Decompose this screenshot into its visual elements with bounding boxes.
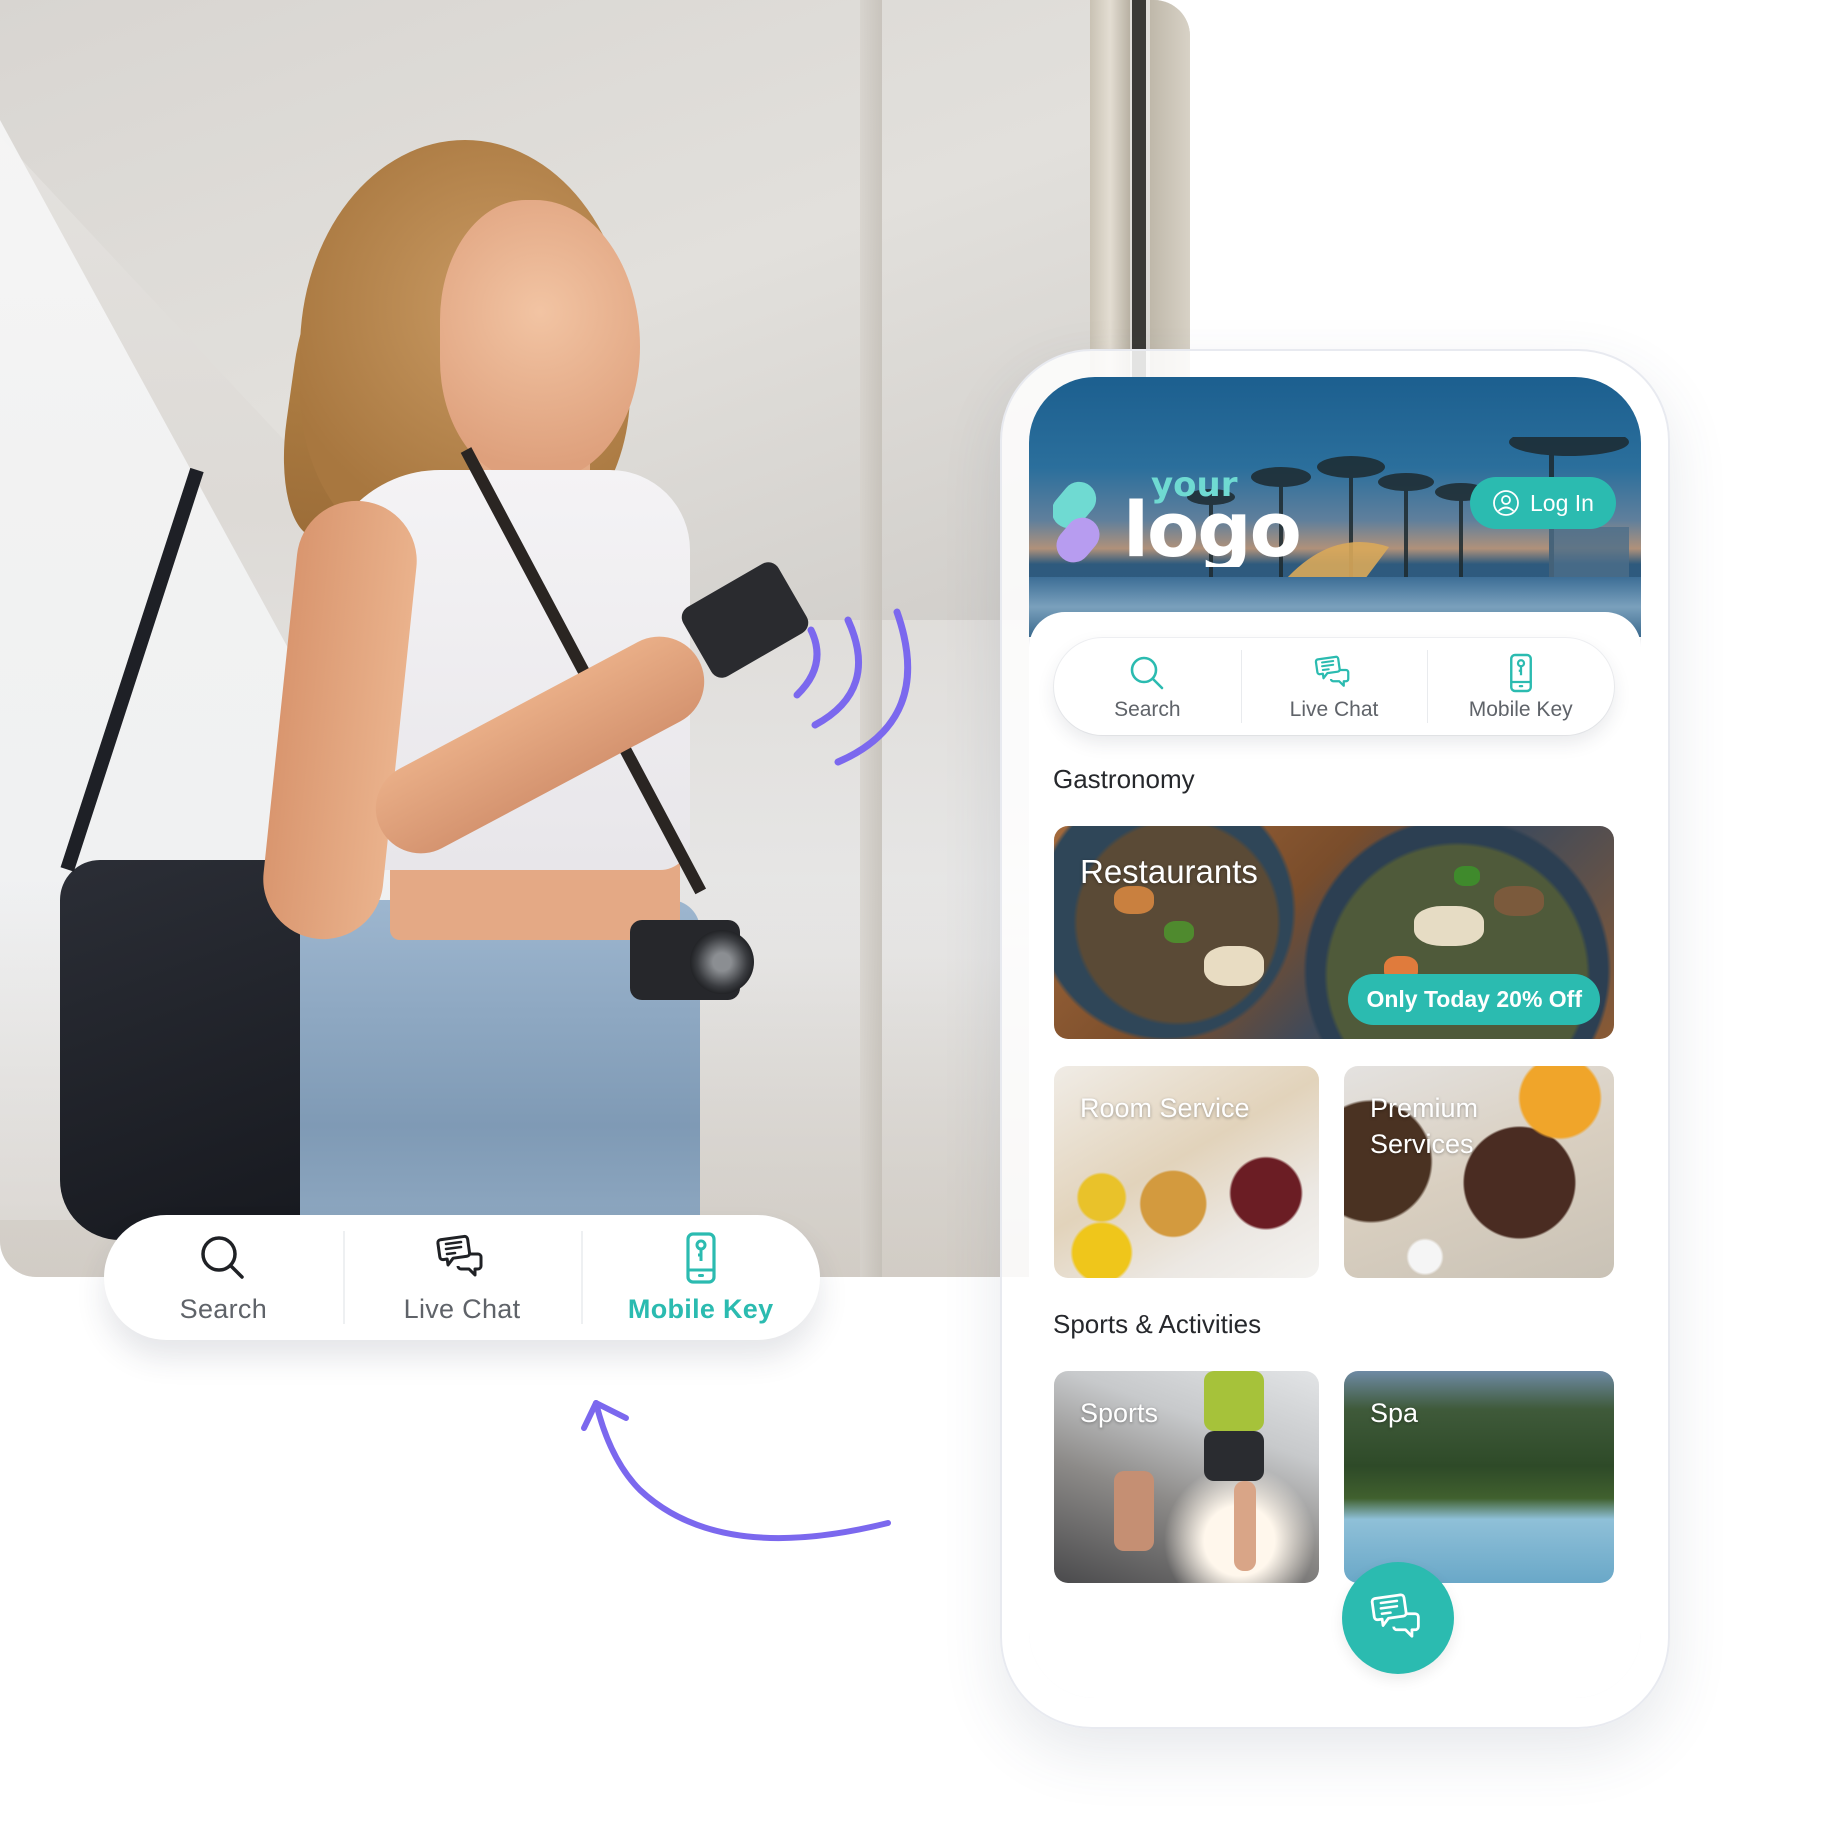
nav-item-label: Mobile Key (627, 1294, 774, 1324)
quick-action-live-chat[interactable]: Live Chat (1240, 638, 1428, 735)
photo-runner-shirt (1204, 1371, 1264, 1431)
card-label: Sports (1080, 1398, 1159, 1428)
search-icon (1131, 656, 1164, 689)
nav-item-mobile-key[interactable]: Mobile Key (581, 1215, 820, 1340)
logo-mark-icon (1053, 481, 1100, 563)
section-title-sports-activities: Sports & Activities (1053, 1309, 1262, 1339)
food-detail (1204, 946, 1264, 986)
floating-bottom-nav: Search Live Chat Mobile Key (104, 1215, 820, 1340)
chat-bubbles-icon (436, 1234, 483, 1277)
arrow-curve (593, 1400, 891, 1542)
card-spa[interactable]: Spa (1344, 1371, 1614, 1583)
quick-action-mobile-key[interactable]: Mobile Key (1427, 638, 1614, 735)
nav-item-label: Live Chat (403, 1294, 521, 1324)
card-label: Premium Services (1370, 1093, 1479, 1159)
food-detail (1414, 906, 1484, 946)
card-label: Spa (1370, 1398, 1419, 1428)
quick-action-label: Mobile Key (1468, 697, 1573, 721)
food-detail (1164, 921, 1194, 943)
photo-pillar (860, 0, 882, 1277)
section-title-gastronomy: Gastronomy (1053, 764, 1195, 794)
card-premium-services[interactable]: Premium Services (1344, 1066, 1614, 1278)
card-label: Restaurants (1080, 853, 1258, 890)
quick-action-label: Live Chat (1289, 697, 1379, 721)
nav-item-search[interactable]: Search (104, 1215, 343, 1340)
photo-runner-shorts (1204, 1431, 1264, 1481)
login-button[interactable]: Log In (1470, 477, 1616, 529)
food-detail (1114, 886, 1154, 914)
quick-action-label: Search (1114, 697, 1181, 721)
card-label: Room Service (1080, 1093, 1250, 1123)
search-icon (201, 1236, 245, 1279)
chat-bubbles-icon (1314, 655, 1350, 687)
quick-action-search[interactable]: Search (1054, 638, 1241, 735)
photo-runner-leg (1114, 1471, 1154, 1551)
card-restaurants[interactable]: Restaurants Only Today 20% Off (1054, 826, 1614, 1039)
logo-text-logo: logo (1123, 485, 1300, 567)
curved-arrow-icon (581, 1400, 891, 1542)
mobile-key-icon (1509, 653, 1532, 692)
user-circle-icon (1493, 490, 1519, 516)
nav-item-label: Search (179, 1294, 268, 1324)
quick-actions-bar: Search Live Chat Mobile Key (1054, 638, 1614, 735)
photo-camera-lens (690, 930, 754, 994)
nav-item-live-chat[interactable]: Live Chat (342, 1215, 582, 1340)
phone-screen: your logo Log In Search Live Chat Mobile… (1029, 377, 1641, 1698)
photo-runner-leg (1234, 1481, 1256, 1571)
card-sports[interactable]: Sports (1054, 1371, 1319, 1583)
card-room-service[interactable]: Room Service (1054, 1066, 1319, 1278)
brand-logo: your logo (1053, 465, 1302, 567)
chat-bubbles-icon (1370, 1593, 1420, 1638)
food-detail (1494, 886, 1544, 916)
mobile-key-icon (686, 1232, 716, 1284)
food-detail (1454, 866, 1480, 886)
arrow-head (581, 1400, 629, 1431)
live-chat-fab[interactable] (1342, 1562, 1454, 1674)
discount-badge: Only Today 20% Off (1348, 974, 1600, 1025)
login-label: Log In (1530, 489, 1594, 516)
